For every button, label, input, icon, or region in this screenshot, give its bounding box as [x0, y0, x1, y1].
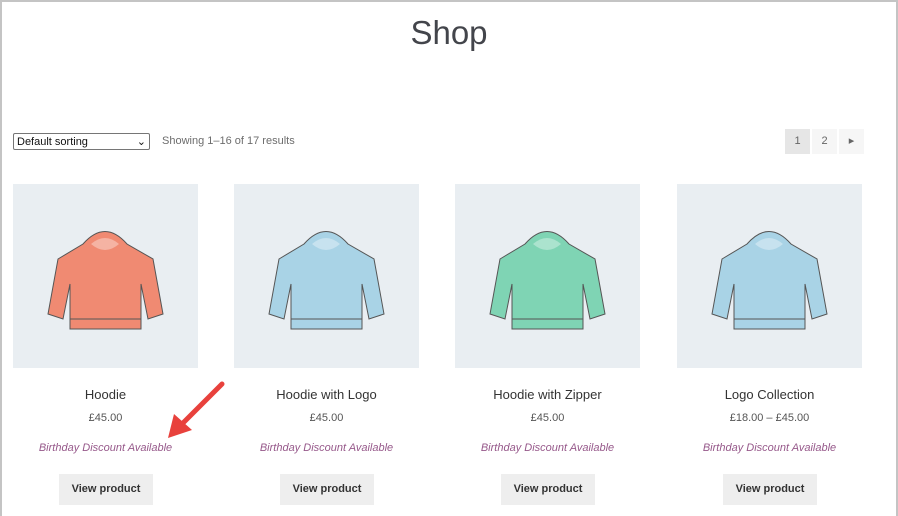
product-image[interactable]	[13, 184, 198, 368]
product-name[interactable]: Hoodie with Logo	[234, 387, 419, 402]
page-1[interactable]: 1	[785, 129, 810, 154]
product-name[interactable]: Hoodie with Zipper	[455, 387, 640, 402]
product-price: £45.00	[309, 412, 344, 424]
product-card: Logo Collection £18.00 – £45.00 Birthday…	[677, 184, 862, 505]
discount-label: Birthday Discount Available	[480, 442, 615, 454]
product-image[interactable]	[455, 184, 640, 368]
view-product-button[interactable]: View product	[723, 474, 817, 505]
product-price: £18.00 – £45.00	[729, 412, 810, 424]
annotation-arrow-icon	[168, 381, 225, 438]
product-card: Hoodie with Logo £45.00 Birthday Discoun…	[234, 184, 419, 505]
product-card: Hoodie with Zipper £45.00 Birthday Disco…	[455, 184, 640, 505]
pagination: 1 2 ▸	[785, 129, 866, 154]
chevron-down-icon: ⌄	[136, 136, 146, 148]
product-price: £45.00	[530, 412, 565, 424]
product-image[interactable]	[677, 184, 862, 368]
product-card: Hoodie £45.00 Birthday Discount Availabl…	[13, 184, 198, 505]
view-product-button[interactable]: View product	[501, 474, 595, 505]
product-image[interactable]	[234, 184, 419, 368]
discount-label: Birthday Discount Available	[702, 442, 837, 454]
next-page-icon[interactable]: ▸	[839, 129, 864, 154]
sorting-select[interactable]: Default sorting ⌄	[13, 133, 150, 150]
hoodie-icon	[268, 231, 385, 330]
view-product-button[interactable]: View product	[59, 474, 153, 505]
hoodie-icon	[47, 231, 164, 330]
result-count: Showing 1–16 of 17 results	[162, 135, 295, 147]
discount-label: Birthday Discount Available	[259, 442, 394, 454]
page-title: Shop	[410, 14, 488, 51]
view-product-button[interactable]: View product	[280, 474, 374, 505]
sorting-value: Default sorting	[17, 135, 88, 148]
hoodie-icon	[711, 231, 828, 330]
discount-label: Birthday Discount Available	[38, 442, 173, 454]
page-2[interactable]: 2	[812, 129, 837, 154]
product-name[interactable]: Logo Collection	[677, 387, 862, 402]
hoodie-icon	[489, 231, 606, 330]
